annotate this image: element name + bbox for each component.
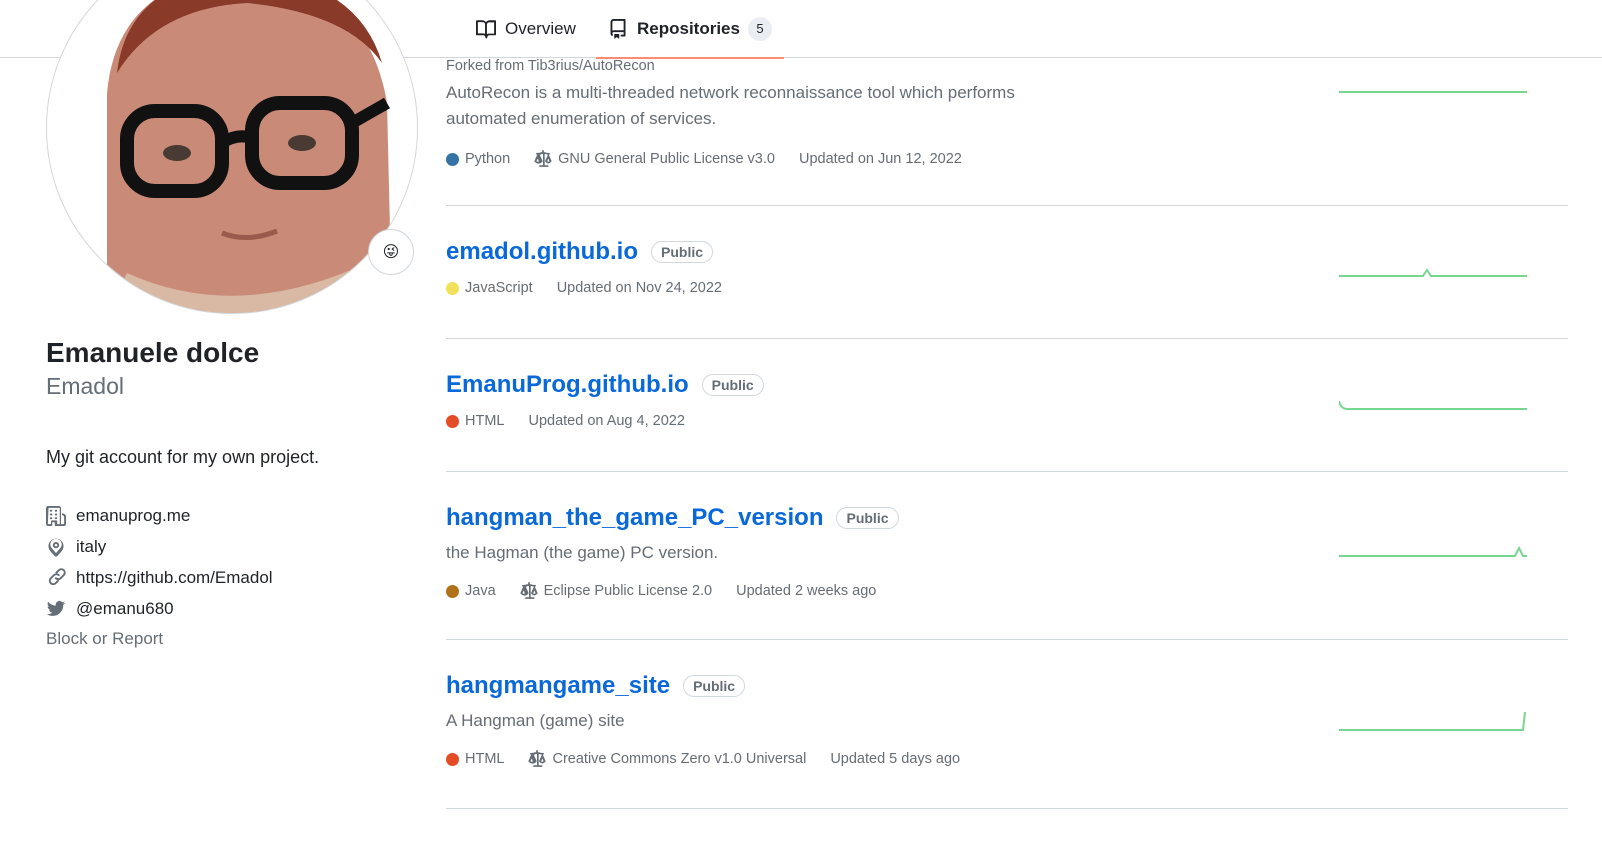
license-name: Creative Commons Zero v1.0 Universal [552, 751, 807, 767]
repo-language: HTML [446, 751, 504, 767]
repo-name-link[interactable]: emadol.github.io [446, 238, 638, 266]
license-name: GNU General Public License v3.0 [558, 151, 775, 167]
block-or-report-link[interactable]: Block or Report [46, 629, 163, 649]
website-link[interactable]: emanuprog.me [76, 506, 190, 526]
repo-meta: HTML Creative Commons Zero v1.0 Universa… [446, 750, 1568, 768]
language-color-dot [446, 752, 459, 766]
language-color-dot [446, 281, 459, 295]
repo-description: A Hangman (game) site [446, 711, 625, 730]
repo-updated: Updated on Nov 24, 2022 [556, 280, 722, 296]
repo-language: Python [446, 151, 510, 167]
profile-username: Emadol [46, 373, 124, 399]
status-emoji-button[interactable]: 😜 [368, 229, 414, 275]
language-name: HTML [465, 751, 505, 767]
repo-license: Eclipse Public License 2.0 [520, 582, 712, 600]
detail-website: emanuprog.me [46, 500, 273, 531]
language-name: JavaScript [465, 280, 533, 296]
repo-icon [610, 19, 626, 39]
activity-sparkline [1339, 400, 1527, 410]
tab-repositories[interactable]: Repositories 5 [596, 0, 784, 59]
law-scale-icon [528, 750, 547, 767]
activity-sparkline [1339, 91, 1527, 93]
language-color-dot [446, 584, 459, 598]
repo-license: Creative Commons Zero v1.0 Universal [528, 750, 806, 768]
language-name: Java [465, 583, 496, 599]
profile-bio: My git account for my own project. [46, 447, 320, 467]
visibility-badge: Public [683, 675, 746, 697]
visibility-badge: Public [701, 374, 764, 396]
language-name: Python [465, 151, 511, 167]
repo-updated: Updated 2 weeks ago [736, 583, 877, 599]
detail-link: https://github.com/Emadol [46, 562, 273, 593]
forked-from-text: Forked from Tib3rius/AutoRecon [446, 58, 655, 74]
profile-full-name: Emanuele dolce [46, 337, 260, 368]
activity-sparkline [1339, 545, 1527, 557]
avatar[interactable] [46, 0, 418, 314]
repo-name-link[interactable]: EmanuProg.github.io [446, 371, 689, 399]
repo-item: emadol.github.io Public JavaScript Updat… [446, 206, 1568, 339]
location-text: italy [76, 536, 107, 556]
tab-repositories-label: Repositories [637, 19, 740, 38]
repo-meta: Python GNU General Public License v3.0 U… [446, 150, 1568, 168]
repo-title-row: hangman_the_game_PC_version Public [446, 504, 1568, 532]
repositories-count: 5 [747, 17, 772, 41]
location-icon [48, 538, 64, 557]
repo-language: HTML [446, 413, 504, 429]
repo-name-link[interactable]: hangmangame_site [446, 672, 670, 700]
profile-details: emanuprog.me italy https://github.com/Em… [46, 500, 273, 624]
license-name: Eclipse Public License 2.0 [543, 583, 713, 599]
repo-name-link[interactable]: hangman_the_game_PC_version [446, 504, 823, 532]
repo-updated: Updated on Aug 4, 2022 [528, 413, 685, 429]
activity-sparkline [1339, 268, 1527, 277]
law-scale-icon [520, 582, 538, 599]
repo-license: GNU General Public License v3.0 [534, 150, 775, 168]
repo-title-row: hangmangame_site Public [446, 672, 1568, 700]
visibility-badge: Public [651, 241, 714, 263]
repo-meta: Java Eclipse Public License 2.0 Updated … [446, 582, 1568, 600]
visibility-badge: Public [836, 507, 899, 529]
activity-sparkline [1339, 711, 1526, 731]
smiley-face-icon: 😜 [382, 244, 400, 261]
language-color-dot [446, 152, 459, 166]
repo-updated: Updated on Jun 12, 2022 [798, 151, 962, 167]
tab-overview[interactable]: Overview [476, 0, 576, 58]
repo-description: AutoRecon is a multi-threaded network re… [446, 83, 1015, 128]
tab-overview-label: Overview [505, 19, 576, 38]
twitter-handle-link[interactable]: @emanu680 [76, 599, 174, 619]
repo-language: JavaScript [446, 280, 533, 296]
repo-updated: Updated 5 days ago [830, 751, 961, 767]
book-icon [476, 20, 496, 39]
profile-url-link[interactable]: https://github.com/Emadol [76, 568, 273, 588]
language-color-dot [446, 414, 459, 428]
link-icon [48, 567, 66, 585]
repo-language: Java [446, 583, 496, 599]
repo-item: hangmangame_site Public A Hangman (game)… [446, 640, 1568, 809]
repo-description: the Hagman (the game) PC version. [446, 543, 719, 562]
detail-location: italy [46, 531, 273, 562]
organization-icon [46, 505, 66, 526]
twitter-icon [46, 600, 66, 616]
law-scale-icon [534, 150, 552, 167]
detail-twitter: @emanu680 [46, 593, 273, 624]
avatar-image [47, 0, 417, 313]
repo-item: EmanuProg.github.io Public HTML Updated … [446, 339, 1568, 472]
repo-item: Forked from Tib3rius/AutoRecon AutoRecon… [446, 58, 1568, 206]
language-name: HTML [465, 413, 505, 429]
repo-item: hangman_the_game_PC_version Public the H… [446, 472, 1568, 640]
